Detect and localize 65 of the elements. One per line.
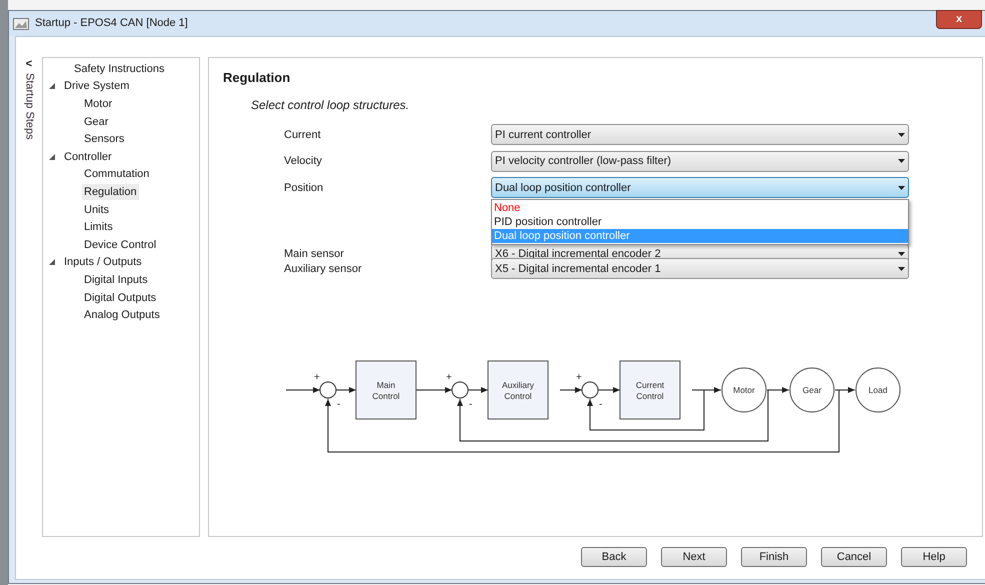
plus-sign: + — [576, 372, 582, 383]
dropdown[interactable]: PI velocity controller (low-pass filter) — [491, 150, 909, 172]
tree-item[interactable]: Commutation — [82, 166, 152, 182]
summing-junction — [320, 382, 336, 398]
plant-node — [790, 368, 834, 412]
window-title: Startup - EPOS4 CAN [Node 1] — [35, 16, 188, 32]
page-title: Regulation — [223, 69, 292, 87]
dialog-button[interactable]: Help — [901, 547, 967, 567]
plus-sign: + — [446, 372, 452, 383]
summing-junction — [452, 382, 468, 398]
caret-icon — [898, 132, 905, 137]
minus-sign: - — [599, 399, 602, 410]
node-label: Load — [868, 385, 888, 395]
tree-item[interactable]: Sensors — [82, 131, 126, 148]
dropdown-option[interactable]: PID position controller — [492, 215, 908, 230]
field-label: Position — [284, 180, 324, 196]
dropdown[interactable]: PI current controller — [491, 124, 909, 146]
controller-block — [488, 360, 548, 420]
node-label: Gear — [802, 385, 822, 395]
tree-item[interactable]: Motor — [82, 96, 114, 112]
block-label: Auxiliary Control — [502, 380, 534, 401]
field-label: Velocity — [284, 154, 323, 169]
window-icon — [13, 18, 29, 30]
caret-icon — [898, 186, 905, 190]
tree-item[interactable]: Units — [82, 202, 112, 218]
dialog-button[interactable]: Next — [661, 547, 727, 567]
tree-item[interactable]: Controller — [62, 148, 114, 165]
dropdown-option[interactable]: None — [492, 201, 908, 216]
tree-item[interactable]: Limits — [82, 219, 115, 236]
block-label: Main Control — [372, 380, 400, 401]
side-tab[interactable]: Startup Steps — [20, 73, 38, 140]
tree-item[interactable]: Device Control — [82, 236, 158, 253]
controller-block — [620, 360, 680, 420]
dialog-button[interactable]: Back — [581, 547, 647, 567]
minus-sign: - — [469, 399, 472, 410]
tree-item[interactable]: Digital Inputs — [82, 272, 150, 288]
expanded-triangle-icon[interactable] — [49, 259, 55, 266]
tree-item[interactable]: Safety Instructions — [72, 60, 166, 77]
plant-node — [722, 368, 766, 412]
tree-item[interactable]: Regulation — [82, 184, 139, 200]
field-label: Auxiliary sensor — [284, 262, 363, 276]
instruction-text: Select control loop structures. — [251, 96, 410, 114]
dialog-button[interactable]: Finish — [741, 547, 807, 567]
expanded-triangle-icon[interactable] — [49, 154, 55, 160]
plus-sign: + — [314, 372, 320, 383]
controller-block — [356, 360, 416, 420]
close-button[interactable]: x — [936, 10, 982, 29]
tree-item[interactable]: Inputs / Outputs — [62, 254, 144, 270]
plant-node — [856, 368, 900, 412]
dropdown[interactable]: Dual loop position controller — [491, 177, 909, 198]
caret-icon — [898, 159, 905, 164]
collapse-arrow[interactable]: < — [26, 59, 32, 69]
field-label: Main sensor — [284, 247, 345, 262]
tree-item[interactable]: Gear — [82, 114, 110, 130]
tree-item[interactable]: Digital Outputs — [82, 290, 158, 306]
summing-junction — [582, 382, 598, 398]
dialog-button[interactable]: Cancel — [821, 547, 887, 567]
expanded-triangle-icon[interactable] — [49, 83, 55, 90]
minus-sign: - — [337, 399, 340, 410]
tree-item[interactable]: Drive System — [62, 78, 132, 94]
block-label: Current Control — [636, 380, 664, 401]
field-label: Current — [284, 128, 322, 142]
tree-item[interactable]: Analog Outputs — [82, 307, 162, 324]
node-label: Motor — [733, 385, 755, 395]
dropdown[interactable]: X5 - Digital incremental encoder 1 — [491, 258, 909, 280]
